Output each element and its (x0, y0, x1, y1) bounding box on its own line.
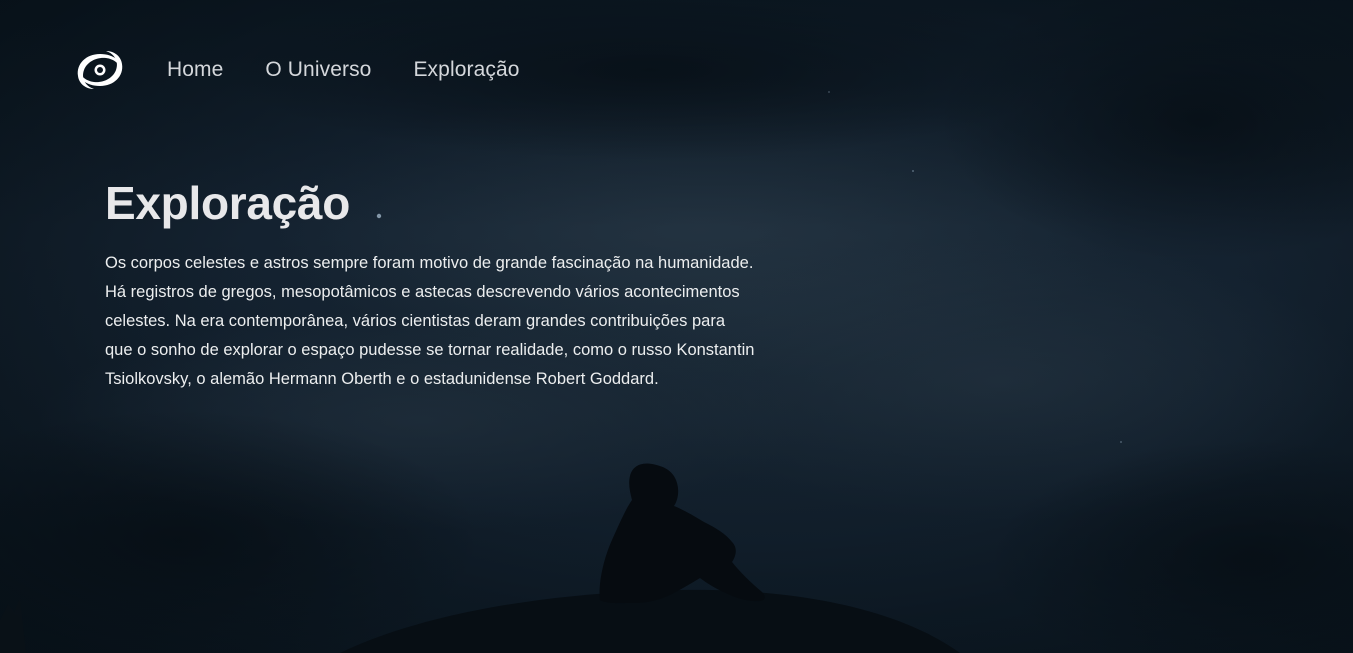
nav-link-o-universo[interactable]: O Universo (265, 58, 371, 82)
page: Home O Universo Exploração Exploração Os… (0, 0, 1353, 653)
spiral-galaxy-icon[interactable] (74, 46, 126, 94)
nav-links: Home O Universo Exploração (167, 58, 562, 82)
main-navigation: Home O Universo Exploração (74, 46, 562, 94)
nav-link-exploracao[interactable]: Exploração (413, 58, 519, 82)
intro-paragraph: Os corpos celestes e astros sempre foram… (105, 254, 755, 388)
nav-link-home[interactable]: Home (167, 58, 223, 82)
page-title: Exploração (105, 177, 350, 229)
main-content: Exploração Os corpos celestes e astros s… (105, 172, 765, 394)
